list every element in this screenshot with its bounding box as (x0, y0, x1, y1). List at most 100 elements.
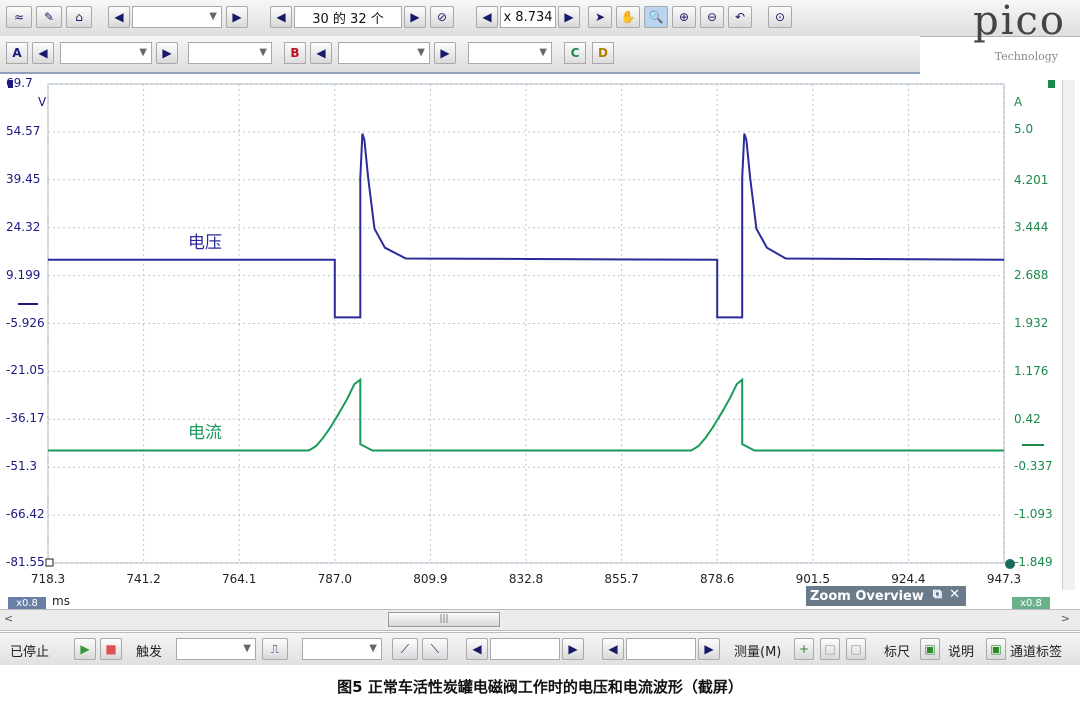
scroll-left-icon[interactable]: < (4, 612, 13, 625)
restore-icon[interactable]: ⧉ (933, 587, 942, 602)
channel-a-prev-button[interactable]: ◀ (32, 42, 54, 64)
prev-timebase-button[interactable]: ◀ (108, 6, 130, 28)
horizontal-scrollbar[interactable]: < ||| > (0, 609, 1080, 631)
vertical-scrollbar[interactable] (1062, 80, 1075, 590)
x-axis-tick-label: 947.3 (986, 572, 1022, 586)
zoom-factor-field[interactable]: x 8.734 (500, 6, 556, 28)
chevron-down-icon: ▼ (369, 643, 377, 654)
pretrigger-field[interactable] (626, 638, 696, 660)
scroll-right-icon[interactable]: > (1061, 612, 1070, 625)
right-scale-badge[interactable]: x0.8 (1012, 597, 1050, 609)
zoom-in-icon[interactable]: ⊕ (672, 6, 696, 28)
right-axis-tick-label: -0.337 (1014, 459, 1053, 474)
left-axis-tick-label: -81.55 (6, 555, 45, 569)
x-axis-tick-label: 741.2 (126, 572, 161, 586)
x-axis-tick-label: 764.1 (222, 572, 257, 586)
stop-status: 已停止 (10, 645, 50, 660)
channel-b-button[interactable]: B (284, 42, 306, 64)
channel-a-range-select[interactable]: ▼ (60, 42, 152, 64)
notes-label[interactable]: 说明 (948, 641, 974, 660)
notes-icon[interactable]: ▣ (986, 638, 1006, 660)
timebase-select[interactable]: ▼ (132, 6, 222, 28)
left-axis-tick-label: 39.45 (6, 171, 41, 186)
channel-a-next-button[interactable]: ▶ (156, 42, 178, 64)
figure-caption: 图5 正常车活性炭罐电磁阀工作时的电压和电流波形（截屏） (337, 678, 743, 696)
zoom-in-step-button[interactable]: ▶ (558, 6, 580, 28)
right-axis-tick-label: 4.201 (1014, 172, 1049, 187)
chevron-down-icon: ▼ (539, 47, 547, 58)
chevron-down-icon: ▼ (139, 47, 147, 58)
trigger-label: 触发 (136, 645, 163, 660)
channel-c-button[interactable]: C (564, 42, 586, 64)
trigger-level-prev[interactable]: ◀ (466, 638, 488, 660)
edit-measurement-icon[interactable]: □ (820, 638, 840, 660)
channel-c-marker (1048, 80, 1055, 88)
x-axis-tick-label: 787.0 (317, 572, 352, 586)
right-axis-tick-label: -1.093 (1014, 507, 1053, 522)
rising-edge-icon[interactable]: ⟋ (392, 638, 418, 660)
channel-labels-label[interactable]: 通道标签 (1010, 641, 1062, 660)
x-scale-badge[interactable]: x0.8 (8, 597, 46, 609)
left-cursor-handle (45, 558, 54, 567)
falling-edge-icon[interactable]: ⟍ (422, 638, 448, 660)
current-label: 电流 (188, 423, 222, 443)
left-axis-tick-label: -66.42 (6, 507, 45, 522)
left-axis-tick-label: 54.57 (6, 123, 41, 138)
waveform-plot[interactable] (0, 74, 1080, 610)
channel-b-next-button[interactable]: ▶ (434, 42, 456, 64)
ruler-icon[interactable]: ▣ (920, 638, 940, 660)
prev-capture-button[interactable]: ◀ (270, 6, 292, 28)
start-icon[interactable]: ▶ (74, 638, 96, 660)
trigger-mode-select[interactable]: ▼ (176, 638, 256, 660)
trigger-level-next[interactable]: ▶ (562, 638, 584, 660)
left-axis-tick-label: -51.3 (6, 459, 38, 474)
channel-a-button[interactable]: A (6, 42, 28, 64)
left-axis-tick-label: 9.199 (6, 267, 41, 282)
right-axis-tick-label: 5.0 (1014, 122, 1034, 136)
channel-a-coupling-select[interactable]: ▼ (188, 42, 272, 64)
channel-d-button[interactable]: D (592, 42, 614, 64)
main-toolbar: ≈ ✎ ⌂ ◀ ▼ ▶ ◀ 30 的 32 个 ▶ ⊘ ◀ x 8.734 ▶ … (0, 0, 1080, 37)
compass-icon[interactable]: ⊘ (430, 6, 454, 28)
channel-b-prev-button[interactable]: ◀ (310, 42, 332, 64)
trigger-level-field[interactable] (490, 638, 560, 660)
right-axis-tick-label: -1.849 (1014, 555, 1053, 569)
pretrigger-prev[interactable]: ◀ (602, 638, 624, 660)
undo-zoom-icon[interactable]: ↶ (728, 6, 752, 28)
close-icon[interactable]: ✕ (949, 587, 960, 602)
brand-sub: Technology (994, 50, 1058, 63)
scope-mode-icon[interactable]: ≈ (6, 6, 32, 28)
probe-icon[interactable]: ✎ (36, 6, 62, 28)
x-axis-tick-label: 855.7 (604, 572, 639, 586)
chevron-down-icon: ▼ (259, 47, 267, 58)
zoom-overview-panel[interactable]: Zoom Overview ⧉ ✕ (806, 586, 966, 606)
pointer-icon[interactable]: ➤ (588, 6, 612, 28)
home-icon[interactable]: ⌂ (66, 6, 92, 28)
add-measurement-icon[interactable]: + (794, 638, 814, 660)
left-axis-tick-label: 69.7 (6, 76, 33, 90)
next-timebase-button[interactable]: ▶ (226, 6, 248, 28)
pretrigger-next[interactable]: ▶ (698, 638, 720, 660)
trigger-edge-icon[interactable]: ⎍ (262, 638, 288, 660)
scroll-thumb[interactable]: ||| (388, 612, 500, 627)
zoom-out-step-button[interactable]: ◀ (476, 6, 498, 28)
pico-logo: pico Technology (920, 0, 1070, 64)
channel-b-range-select[interactable]: ▼ (338, 42, 430, 64)
zoom-tool-icon[interactable]: 🔍 (644, 6, 668, 28)
hand-icon[interactable]: ✋ (616, 6, 640, 28)
zoom-out-icon[interactable]: ⊖ (700, 6, 724, 28)
channel-b-coupling-select[interactable]: ▼ (468, 42, 552, 64)
zoom-fit-icon[interactable]: ⊙ (768, 6, 792, 28)
zoom-overview-title: Zoom Overview (810, 588, 924, 604)
ruler-label[interactable]: 标尺 (884, 641, 910, 660)
next-capture-button[interactable]: ▶ (404, 6, 426, 28)
delete-measurement-icon[interactable]: □ (846, 638, 866, 660)
stop-icon[interactable]: ■ (100, 638, 122, 660)
left-axis-tick-label: 24.32 (6, 219, 41, 234)
measurements-label[interactable]: 测量(M) (734, 641, 781, 660)
waveform-svg (8, 80, 1055, 569)
x-unit-label: ms (52, 594, 70, 608)
x-axis-tick-label: 924.4 (891, 572, 926, 586)
trigger-source-select[interactable]: ▼ (302, 638, 382, 660)
channel-toolbar: A ◀ ▼ ▶ ▼ B ◀ ▼ ▶ ▼ C D (0, 36, 920, 74)
